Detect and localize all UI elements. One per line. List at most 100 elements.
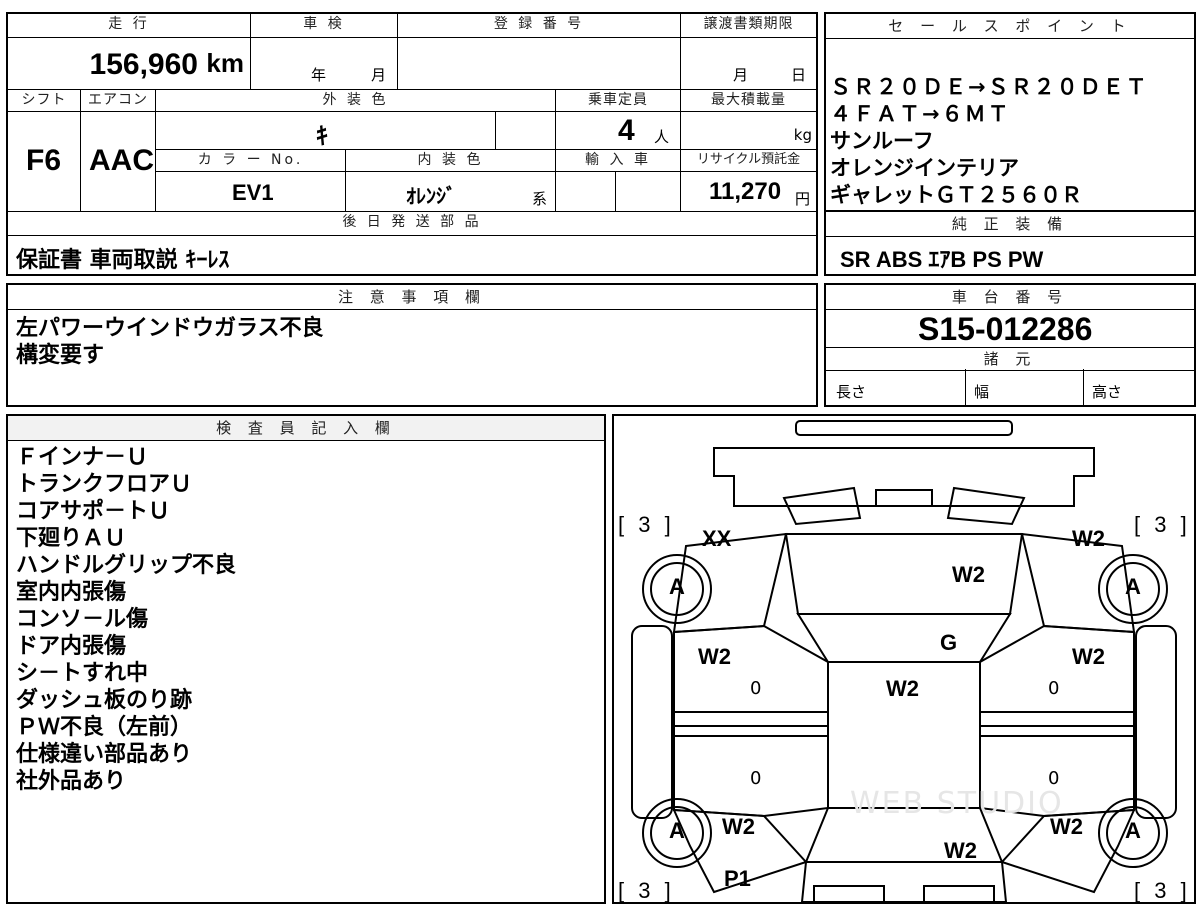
transfer-deadline-label: 譲渡書類期限: [681, 14, 816, 38]
mark-roof: W2: [886, 676, 919, 701]
mark-left-front-door: W2: [698, 644, 731, 669]
import-cell: [556, 172, 616, 212]
mark-front-left: XX: [702, 526, 732, 551]
sales-point-line: ギャレットＧＴ２５６０Ｒ: [830, 183, 1082, 207]
width-cell: 幅: [966, 369, 1084, 405]
shaken-cell: 年 月: [251, 38, 398, 90]
shaken-year: 年: [311, 66, 327, 84]
aircon-value: AAC: [89, 144, 154, 177]
tire-front-left: A: [642, 554, 712, 624]
sales-point-line: ４ＦＡＴ→６ＭＴ: [830, 102, 1011, 126]
mark-hood: W2: [952, 562, 985, 587]
transfer-cell: 月 日: [681, 38, 816, 90]
inspector-line: 室内内張傷: [16, 580, 127, 605]
watermark: WEB STUDIO: [850, 786, 1064, 821]
tire-rear-right: A: [1098, 798, 1168, 868]
inspector-line: ＰＷ不良（左前）: [16, 715, 193, 740]
chassis-label: 車 台 番 号: [826, 285, 1194, 310]
capacity-unit: 人: [654, 128, 670, 146]
transfer-month: 月: [733, 66, 749, 84]
equipment-label: 純 正 装 備: [826, 212, 1194, 237]
interior-color-label: 内 装 色: [346, 150, 556, 172]
shift-label: シフト: [8, 90, 81, 112]
notes-line: 構変要す: [16, 343, 105, 368]
registration-label: 登 録 番 号: [398, 14, 681, 38]
inspector-line: 下廻りＡＵ: [16, 526, 127, 551]
capacity-label: 乗車定員: [556, 90, 681, 112]
notes-label: 注 意 事 項 欄: [8, 285, 816, 310]
inspector-label: 検 査 員 記 入 欄: [8, 416, 604, 441]
interior-color-cell: ｵﾚﾝｼﾞ 系: [346, 172, 556, 212]
import-label: 輸 入 車: [556, 150, 681, 172]
shaken-month: 月: [371, 66, 387, 84]
vehicle-info-table: 走 行 車 検 登 録 番 号 譲渡書類期限 156,960 km 年 月 月 …: [6, 12, 818, 276]
inspector-box: 検 査 員 記 入 欄 Ｆインナ－Ｕ トランクフロアＵ コアサポ－トＵ 下廻りＡ…: [6, 414, 606, 904]
notes-line: 左パワーウインドウガラス不良: [16, 316, 324, 341]
sales-point-line: ＳＲ２０ＤＥ→ＳＲ２０ＤＥＴ: [830, 75, 1149, 99]
inspector-list: Ｆインナ－Ｕ トランクフロアＵ コアサポ－トＵ 下廻りＡＵ ハンドルグリップ不良…: [16, 444, 236, 795]
door-mark: 0: [750, 678, 762, 699]
mark-left-rear: W2: [722, 814, 755, 839]
tire-grade: A: [1125, 574, 1141, 599]
sales-points-list: ＳＲ２０ＤＥ→ＳＲ２０ＤＥＴ ４ＦＡＴ→６ＭＴ サンルーフ オレンジインテリア …: [830, 74, 1194, 209]
later-parts-value: 保証書 車両取説 ｷｰﾚｽ: [16, 248, 230, 273]
mileage-unit: km: [206, 48, 244, 78]
mileage-label: 走 行: [8, 14, 251, 38]
mileage-value: 156,960: [89, 48, 198, 81]
car-diagram: [ 3 ] [ 3 ] [ 3 ] [ 3 ] A A A A XX W2 W2…: [612, 414, 1196, 904]
inspector-line: コンソ－ル傷: [16, 607, 149, 632]
mark-trunk: W2: [944, 838, 977, 863]
inspector-line: 仕様違い部品あり: [16, 742, 193, 767]
exterior-color-extra: [496, 112, 556, 150]
tire-grade: A: [669, 574, 685, 599]
exterior-color-cell: ｷ: [156, 112, 496, 150]
interior-color-value: ｵﾚﾝｼﾞ: [406, 184, 456, 208]
door-mark: 0: [1048, 678, 1060, 699]
bracket-rear-left: [ 3 ]: [618, 878, 675, 903]
later-parts-cell: 保証書 車両取説 ｷｰﾚｽ: [8, 236, 816, 274]
height-label: 高さ: [1092, 383, 1123, 401]
import-cell-2: [616, 172, 681, 212]
notes-box: 注 意 事 項 欄 左パワーウインドウガラス不良 構変要す: [6, 283, 818, 407]
later-parts-label: 後 日 発 送 部 品: [8, 212, 816, 236]
registration-cell: [398, 38, 681, 90]
notes-list: 左パワーウインドウガラス不良 構変要す: [16, 315, 324, 369]
inspector-line: ドア内張傷: [16, 634, 127, 659]
length-cell: 長さ: [826, 369, 966, 405]
mark-front-right-fender: W2: [1072, 526, 1105, 551]
tire-rear-left: A: [642, 798, 712, 868]
equipment-value: SR ABS ｴｱB PS PW: [840, 247, 1044, 272]
chassis-box: 車 台 番 号 S15-012286 諸 元 長さ 幅 高さ: [824, 283, 1196, 407]
tire-grade: A: [669, 818, 685, 843]
inspector-line: シ－トすれ中: [16, 661, 149, 686]
inspector-line: 社外品あり: [16, 769, 127, 794]
tire-grade: A: [1125, 818, 1141, 843]
mark-windshield: G: [940, 630, 958, 655]
inspector-line: Ｆインナ－Ｕ: [16, 445, 149, 470]
tire-front-right: A: [1098, 554, 1168, 624]
capacity-value: 4: [618, 114, 635, 147]
sales-point-line: サンルーフ: [830, 129, 934, 153]
sales-points-label: セ ー ル ス ポ イ ン ト: [826, 14, 1194, 39]
max-load-unit: kg: [793, 126, 812, 144]
door-mark: 0: [750, 768, 762, 789]
color-no-cell: EV1: [156, 172, 346, 212]
inspector-line: ハンドルグリップ不良: [16, 553, 237, 578]
mark-right-front-door: W2: [1072, 644, 1105, 669]
color-no-label: カ ラ ー No.: [156, 150, 346, 172]
inspector-line: トランクフロアＵ: [16, 472, 193, 497]
shift-value: F6: [26, 144, 62, 177]
capacity-cell: 4 人: [556, 112, 681, 150]
equipment-box: 純 正 装 備 SR ABS ｴｱB PS PW: [824, 210, 1196, 276]
inspector-line: コアサポ－トＵ: [16, 499, 171, 524]
recycle-cell: 11,270 円: [681, 172, 816, 212]
max-load-cell: kg: [681, 112, 816, 150]
shift-cell: F6: [8, 112, 81, 212]
recycle-label: リサイクル預託金: [681, 150, 816, 172]
width-label: 幅: [974, 383, 990, 401]
bracket-front-left: [ 3 ]: [618, 512, 675, 537]
exterior-color-value: ｷ: [316, 122, 328, 150]
aircon-cell: AAC: [81, 112, 156, 212]
inspector-line: ダッシュ板のり跡: [16, 688, 193, 713]
max-load-label: 最大積載量: [681, 90, 816, 112]
